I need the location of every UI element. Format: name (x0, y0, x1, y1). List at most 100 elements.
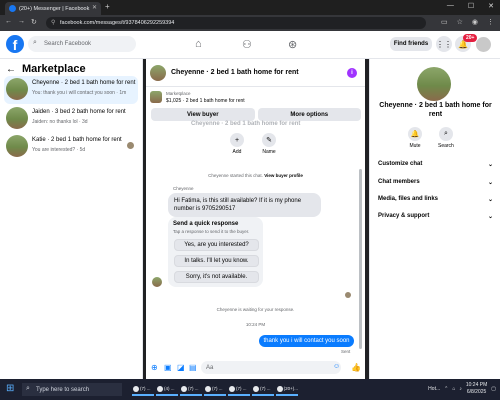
image-icon[interactable]: ▣ (164, 363, 172, 372)
view-buyer-profile-link[interactable]: View buyer profile (264, 173, 303, 178)
seen-avatar (127, 142, 134, 149)
conversation-item[interactable]: Jaiden · 3 bed 2 bath home for rent Jaid… (4, 105, 138, 133)
conversation-item[interactable]: Cheyenne · 2 bed 1 bath home for rent Yo… (4, 76, 138, 104)
conversation-preview: You: thank you i will contact you soon ·… (32, 90, 127, 96)
back-icon[interactable]: ← (5, 18, 12, 25)
new-tab-icon[interactable]: + (105, 2, 110, 11)
add-action[interactable]: + Add (230, 133, 244, 155)
quick-response-button[interactable]: Sorry, it's not available. (174, 271, 259, 283)
cast-icon[interactable]: ▭ (441, 18, 448, 26)
taskbar-app-button[interactable]: (7) ... (252, 383, 274, 396)
url-field[interactable]: ⚲ facebook.com/messages/t/93784062922593… (46, 17, 426, 29)
search-label: Search (438, 143, 454, 149)
close-window-icon[interactable]: ✕ (488, 2, 494, 10)
notification-center-icon[interactable]: ▢ (491, 386, 496, 392)
profile-actions: + Add ✎ Name (230, 133, 276, 155)
chrome-icon (277, 385, 283, 392)
media-files-row[interactable]: Media, files and links ⌄ (378, 196, 493, 203)
browser-tab[interactable]: (20+) Messenger | Facebook ✕ (5, 2, 101, 15)
network-icon[interactable]: ⌂ (452, 386, 455, 392)
emoji-icon[interactable]: ☺ (333, 363, 340, 370)
taskbar-app-button[interactable]: (7) ... (132, 383, 154, 396)
quick-response-button[interactable]: Yes, are you interested? (174, 239, 259, 251)
conversation-title: Katie · 2 bed 1 bath home for rent (32, 137, 122, 143)
facebook-logo-icon[interactable]: f (6, 35, 24, 53)
system-clock[interactable]: 10:24 PM 6/8/2025 (466, 382, 487, 396)
message-placeholder: Aa (206, 364, 214, 371)
taskbar-app-label: (7) ... (188, 386, 199, 391)
gif-icon[interactable]: ▤ (189, 363, 197, 372)
taskbar-app-button[interactable]: (7) ... (228, 383, 250, 396)
minimize-icon[interactable]: — (447, 2, 454, 10)
quick-response-subtitle: Tap a response to send it to the buyer. (173, 229, 250, 234)
chat-thumbnail[interactable] (150, 65, 166, 81)
account-avatar[interactable] (476, 37, 491, 52)
info-icon[interactable]: i (347, 68, 357, 78)
mute-action[interactable]: 🔔 Mute (408, 127, 422, 149)
message-input[interactable]: Aa (201, 361, 341, 374)
browser-menu-icon[interactable]: ⋮ (487, 18, 494, 26)
maximize-icon[interactable]: ☐ (468, 2, 474, 10)
thumbs-up-icon[interactable]: 👍 (351, 363, 361, 372)
notification-badge: 20+ (463, 34, 478, 42)
quick-response-button[interactable]: In talks. I'll let you know. (174, 255, 259, 267)
plus-circle-icon[interactable]: ⊕ (151, 363, 158, 372)
sticker-icon[interactable]: ◪ (177, 363, 185, 372)
conversations-panel: ← Marketplace Cheyenne · 2 bed 1 bath ho… (0, 59, 143, 379)
window-controls: — ☐ ✕ (447, 2, 494, 10)
taskbar-search-placeholder: Type here to search (36, 386, 90, 393)
taskbar-app-label: (4) ... (164, 386, 175, 391)
taskbar-app-button[interactable]: (20+)... (276, 383, 298, 396)
chat-scrollbar[interactable] (359, 169, 362, 349)
conversation-item[interactable]: Katie · 2 bed 1 bath home for rent You a… (4, 133, 138, 161)
up-arrow-icon[interactable]: ⌃ (444, 386, 448, 392)
taskbar-app-button[interactable]: (7) ... (204, 383, 226, 396)
customize-chat-row[interactable]: Customize chat ⌄ (378, 161, 493, 168)
chat-info-panel: Cheyenne · 2 bed 1 bath home for rent 🔔 … (369, 59, 500, 379)
view-buyer-button[interactable]: View buyer (151, 108, 255, 121)
back-arrow-icon[interactable]: ← (6, 64, 16, 75)
system-tray: Hot... ⌃ ⌂ ♪ 10:24 PM 6/8/2025 ▢ (428, 382, 496, 396)
taskbar-app-button[interactable]: (7) ... (180, 383, 202, 396)
conversation-title: Jaiden · 3 bed 2 bath home for rent (32, 109, 126, 115)
profile-icon[interactable]: ◉ (472, 18, 478, 26)
menu-grid-icon[interactable]: ⋮⋮ (436, 36, 452, 52)
find-friends-button[interactable]: Find friends (390, 37, 432, 51)
chat-started-notice: Cheyenne started this chat. View buyer p… (146, 173, 365, 178)
close-tab-icon[interactable]: ✕ (92, 4, 97, 11)
sender-avatar (152, 277, 162, 287)
conversation-preview: Jaiden: no thanks lol · 3d (32, 119, 88, 125)
chevron-down-icon: ⌄ (487, 214, 493, 220)
groups-icon[interactable]: ⊛ (288, 38, 297, 51)
home-icon[interactable]: ⌂ (195, 38, 202, 50)
seen-avatar (345, 292, 351, 298)
name-action[interactable]: ✎ Name (262, 133, 276, 155)
row-label: Media, files and links (378, 196, 439, 202)
privacy-support-row[interactable]: Privacy & support ⌄ (378, 213, 493, 220)
windows-start-icon[interactable]: ⊞ (6, 383, 14, 394)
taskbar-app-button[interactable]: (4) ... (156, 383, 178, 396)
listing-strip[interactable]: Marketplace $1,025 · 2 bed 1 bath home f… (146, 88, 365, 108)
more-options-button[interactable]: More options (257, 108, 361, 121)
friends-icon[interactable]: ⚇ (242, 38, 252, 51)
row-label: Customize chat (378, 161, 423, 167)
clock-time: 10:24 PM (465, 382, 488, 388)
site-info-icon[interactable]: ⚲ (51, 19, 55, 26)
weather-label[interactable]: Hot... (428, 386, 440, 392)
taskbar-search-input[interactable]: ⌕ Type here to search (22, 383, 122, 396)
search-action[interactable]: ⌕ Search (438, 127, 454, 149)
message-composer: ⊕ ▣ ◪ ▤ Aa ☺ 👍 (146, 357, 365, 379)
waiting-notice: Cheyenne is waiting for your response. (216, 307, 295, 312)
reload-icon[interactable]: ↻ (31, 18, 37, 26)
chat-title[interactable]: Cheyenne · 2 bed 1 bath home for rent (171, 69, 299, 76)
mute-label: Mute (409, 143, 421, 149)
name-label: Name (262, 149, 276, 155)
search-icon: ⌕ (26, 385, 30, 392)
volume-icon[interactable]: ♪ (459, 386, 462, 392)
chat-members-row[interactable]: Chat members ⌄ (378, 179, 493, 186)
search-input[interactable]: ⌕ Search Facebook (28, 36, 136, 52)
bookmark-star-icon[interactable]: ☆ (457, 18, 463, 26)
forward-icon[interactable]: → (18, 18, 25, 25)
tab-title: (20+) Messenger | Facebook (19, 5, 90, 12)
browser-toolbar-right: ▭ ☆ ◉ ⋮ (441, 18, 494, 26)
